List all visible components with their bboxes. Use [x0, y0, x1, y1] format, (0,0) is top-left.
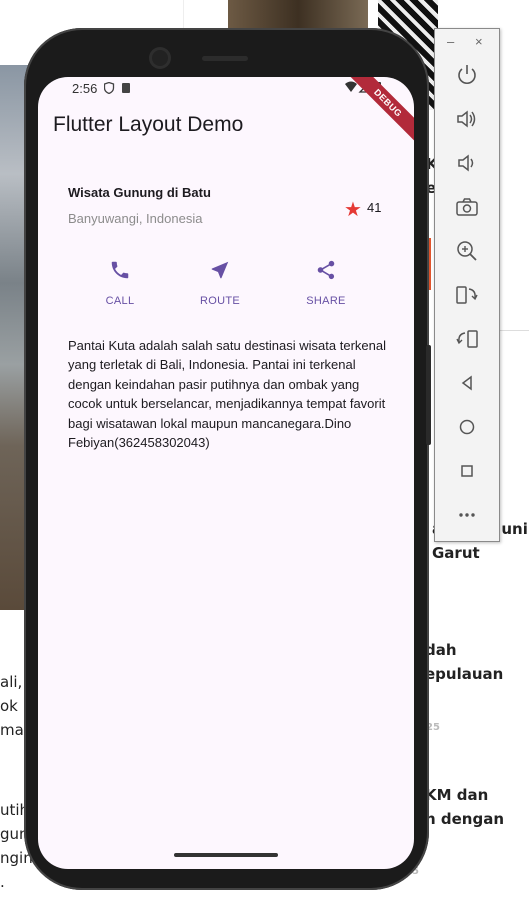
power-icon[interactable]	[454, 62, 480, 88]
camera-icon[interactable]	[454, 194, 480, 220]
place-location: Banyuwangi, Indonesia	[68, 211, 203, 226]
place-name: Wisata Gunung di Batu	[68, 185, 211, 200]
share-icon	[286, 259, 366, 283]
shield-icon	[103, 81, 130, 95]
minimize-button[interactable]: –	[447, 34, 454, 49]
overview-icon[interactable]	[454, 458, 480, 484]
action-buttons-row: CALL ROUTE SHARE	[38, 259, 414, 309]
gesture-home-bar[interactable]	[174, 853, 278, 857]
share-button[interactable]: SHARE	[286, 259, 366, 307]
rotate-right-icon[interactable]	[454, 326, 480, 352]
background-text: ma	[0, 721, 24, 739]
star-count: 41	[367, 200, 382, 215]
more-icon[interactable]	[454, 502, 480, 528]
emulator-window-controls: – ×	[435, 29, 499, 57]
background-text: KM dan	[425, 786, 489, 804]
app-bar-title: Flutter Layout Demo	[53, 113, 244, 136]
background-image	[228, 0, 368, 28]
zoom-icon[interactable]	[454, 238, 480, 264]
emulator-toolbar: – ×	[434, 28, 500, 542]
rotate-left-icon[interactable]	[454, 282, 480, 308]
navigation-icon	[180, 259, 260, 283]
route-button[interactable]: ROUTE	[180, 259, 260, 307]
background-text: n dengan	[425, 810, 505, 828]
background-text: .	[0, 873, 5, 891]
home-icon[interactable]	[454, 414, 480, 440]
star-icon[interactable]: ★	[344, 197, 362, 222]
route-label: ROUTE	[200, 295, 240, 307]
background-text: Garut	[432, 544, 480, 562]
volume-down-icon[interactable]	[454, 150, 480, 176]
volume-up-icon[interactable]	[454, 106, 480, 132]
description-text: Pantai Kuta adalah salah satu destinasi …	[68, 338, 386, 451]
background-text: dah	[425, 641, 457, 659]
phone-icon	[80, 259, 160, 283]
status-notification-icons	[103, 81, 134, 97]
call-button[interactable]: CALL	[80, 259, 160, 307]
background-text: ali,	[0, 673, 23, 691]
camera-lens	[152, 50, 168, 66]
background-divider	[500, 330, 529, 331]
status-time: 2:56	[72, 81, 98, 96]
call-label: CALL	[105, 295, 135, 307]
background-text: epulauan	[425, 665, 504, 683]
background-divider	[183, 0, 184, 30]
close-button[interactable]: ×	[475, 34, 483, 49]
phone-side-button	[426, 345, 431, 445]
back-icon[interactable]	[454, 370, 480, 396]
app-screen: 2:56 DEBUG Flutter Layout Demo Wisata Gu…	[38, 77, 414, 869]
share-label: SHARE	[306, 295, 346, 307]
phone-speaker	[202, 56, 248, 61]
background-text: ok	[0, 697, 18, 715]
